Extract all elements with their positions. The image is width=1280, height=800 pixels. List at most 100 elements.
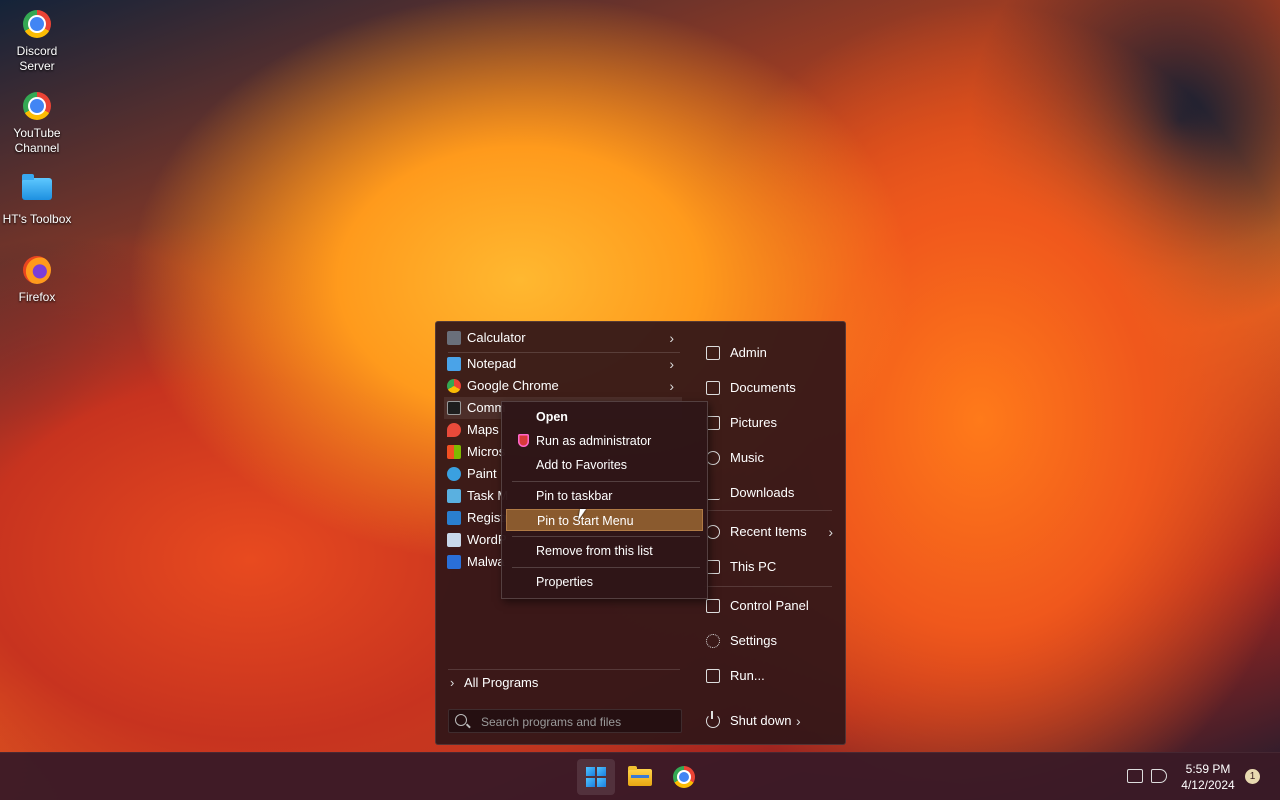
program-item-notepad[interactable]: Notepad ›: [444, 353, 682, 375]
shutdown-button[interactable]: Shut down ›: [702, 709, 822, 733]
place-item-this-pc[interactable]: This PC: [702, 555, 837, 579]
place-label: Recent Items: [730, 524, 807, 539]
maps-icon: [447, 423, 461, 437]
context-item-run-as-administrator[interactable]: Run as administrator: [506, 430, 703, 452]
clock-icon: [706, 525, 720, 539]
place-item-run[interactable]: Run...: [702, 664, 837, 688]
network-icon[interactable]: [1127, 769, 1143, 783]
place-label: Pictures: [730, 415, 777, 430]
chevron-right-icon[interactable]: ›: [796, 709, 801, 733]
pictures-icon: [706, 416, 720, 430]
program-label: Paint: [467, 466, 497, 481]
place-label: Run...: [730, 668, 765, 683]
search-box[interactable]: [448, 709, 682, 733]
place-label: Documents: [730, 380, 796, 395]
firefox-icon: [21, 256, 53, 288]
file-explorer-icon: [628, 766, 652, 786]
place-item-documents[interactable]: Documents: [702, 376, 837, 400]
program-label: Calculator: [467, 330, 526, 345]
control-panel-icon: [706, 599, 720, 613]
place-label: This PC: [730, 559, 777, 574]
desktop-icon-label: Channel: [14, 141, 60, 155]
context-item-label: Pin to taskbar: [536, 489, 613, 503]
volume-icon[interactable]: [1151, 769, 1167, 783]
chevron-right-icon[interactable]: ›: [828, 520, 833, 544]
computer-icon: [706, 560, 720, 574]
context-item-label: Remove from this list: [536, 544, 653, 558]
paint-icon: [447, 467, 461, 481]
divider: [512, 481, 700, 482]
documents-icon: [706, 381, 720, 395]
desktop-icon-label: YouTube: [13, 126, 61, 140]
downloads-icon: [706, 486, 720, 500]
place-item-settings[interactable]: Settings: [702, 629, 837, 653]
search-input[interactable]: [479, 712, 678, 732]
desktop-icon-hts-toolbox[interactable]: HT's Toolbox: [0, 172, 74, 227]
context-item-label: Pin to Start Menu: [537, 514, 634, 528]
desktop-icon-label: Server: [19, 59, 55, 73]
program-label: Comm: [467, 400, 506, 415]
context-item-pin-to-taskbar[interactable]: Pin to taskbar: [506, 485, 703, 507]
chevron-right-icon[interactable]: ›: [669, 327, 674, 349]
context-item-label: Properties: [536, 575, 593, 589]
desktop-icon-label: HT's Toolbox: [2, 212, 72, 226]
all-programs-button[interactable]: › All Programs: [450, 673, 538, 693]
place-label: Settings: [730, 633, 777, 648]
taskbar-file-explorer[interactable]: [621, 759, 659, 795]
chevron-right-icon: ›: [450, 675, 455, 690]
context-item-label: Run as administrator: [536, 434, 652, 448]
context-item-add-to-favorites[interactable]: Add to Favorites: [506, 454, 703, 476]
gear-icon: [706, 634, 720, 648]
taskbar-chrome[interactable]: [665, 759, 703, 795]
taskbar: 5:59 PM 4/12/2024 1: [0, 752, 1280, 800]
program-label: Maps: [467, 422, 499, 437]
context-item-properties[interactable]: Properties: [506, 571, 703, 593]
desktop-icon-discord-server[interactable]: Discord Server: [0, 8, 74, 74]
place-item-recent-items[interactable]: Recent Items ›: [702, 520, 837, 544]
chevron-right-icon[interactable]: ›: [669, 353, 674, 375]
context-menu: Open Run as administrator Add to Favorit…: [501, 401, 708, 599]
taskbar-clock[interactable]: 5:59 PM 4/12/2024: [1176, 761, 1240, 793]
shutdown-label: Shut down: [730, 713, 792, 728]
place-label: Downloads: [730, 485, 795, 500]
program-label: Micros: [467, 444, 506, 459]
microsoft-store-icon: [447, 445, 461, 459]
place-label: Admin: [730, 345, 767, 360]
malware-icon: [447, 555, 461, 569]
shield-icon: [518, 434, 529, 447]
chrome-shortcut-icon: [21, 92, 53, 124]
context-item-pin-to-start-menu[interactable]: Pin to Start Menu: [506, 509, 703, 531]
desktop-icon-youtube-channel[interactable]: YouTube Channel: [0, 90, 74, 156]
desktop-icon-firefox[interactable]: Firefox: [0, 254, 74, 305]
start-button[interactable]: [577, 759, 615, 795]
place-item-admin[interactable]: Admin: [702, 341, 837, 365]
divider: [704, 586, 832, 587]
notification-badge[interactable]: 1: [1245, 769, 1260, 784]
place-item-music[interactable]: Music: [702, 446, 837, 470]
program-item-calculator[interactable]: Calculator ›: [444, 327, 682, 349]
desktop-icon-label: Firefox: [18, 290, 56, 304]
place-item-control-panel[interactable]: Control Panel: [702, 594, 837, 618]
place-item-pictures[interactable]: Pictures: [702, 411, 837, 435]
task-manager-icon: [447, 489, 461, 503]
power-icon: [706, 711, 720, 728]
all-programs-label: All Programs: [463, 675, 539, 690]
place-item-downloads[interactable]: Downloads: [702, 481, 837, 505]
place-label: Control Panel: [730, 598, 809, 613]
context-item-remove-from-list[interactable]: Remove from this list: [506, 540, 703, 562]
folder-icon: [21, 174, 53, 210]
clock-time: 5:59 PM: [1185, 762, 1231, 776]
calculator-icon: [447, 331, 461, 345]
chrome-icon: [447, 379, 461, 393]
program-item-google-chrome[interactable]: Google Chrome ›: [444, 375, 682, 397]
program-label: Malwa: [467, 554, 505, 569]
user-folder-icon: [706, 346, 720, 360]
registry-editor-icon: [447, 511, 461, 525]
chevron-right-icon[interactable]: ›: [669, 375, 674, 397]
context-item-open[interactable]: Open: [506, 406, 703, 428]
music-icon: [706, 451, 720, 465]
clock-date: 4/12/2024: [1181, 778, 1235, 792]
command-prompt-icon: [447, 401, 461, 415]
divider: [704, 510, 832, 511]
context-item-label: Add to Favorites: [536, 458, 628, 472]
